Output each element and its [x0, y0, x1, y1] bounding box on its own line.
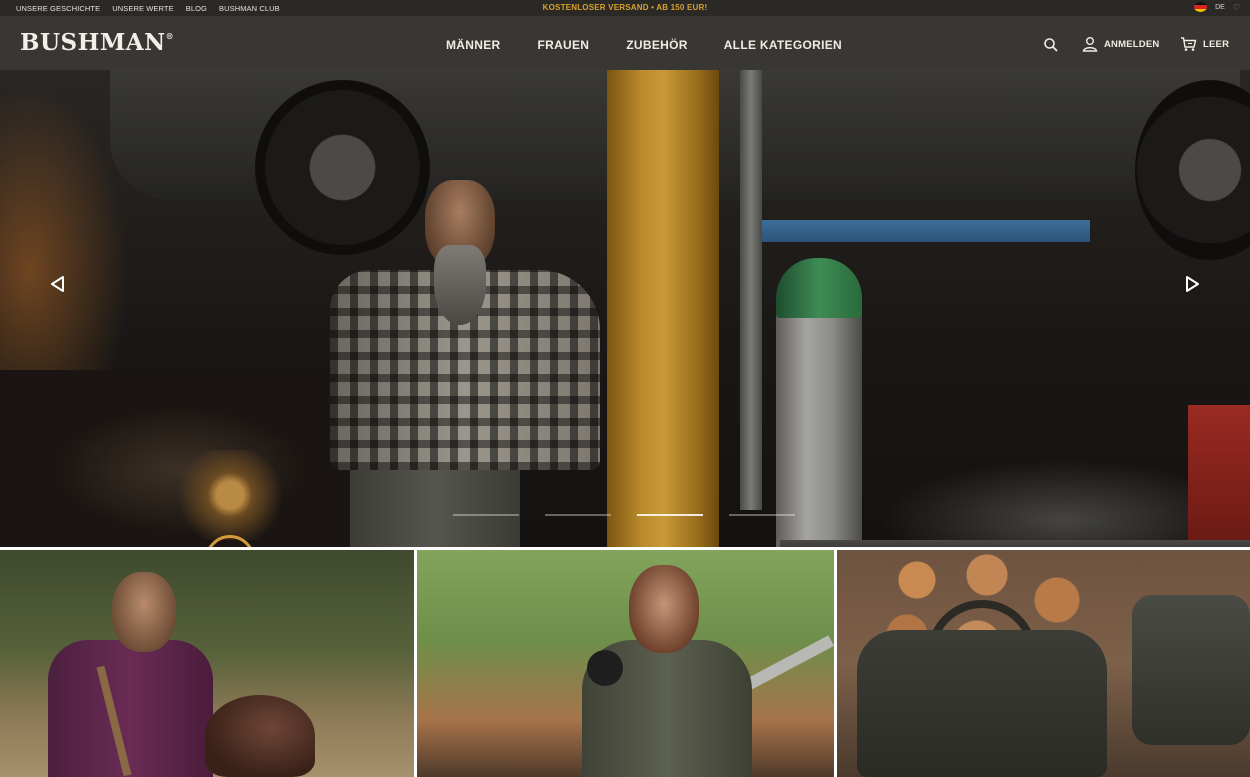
tile-women-rail [740, 635, 834, 693]
nav-all-categories[interactable]: ALLE KATEGORIEN [724, 38, 842, 52]
link-bushman-club[interactable]: BUSHMAN CLUB [219, 4, 280, 13]
logo-text: BUSHMAN [20, 29, 166, 56]
cart-button[interactable]: LEER [1180, 36, 1229, 52]
chevron-right-icon[interactable] [1182, 274, 1202, 294]
tile-men-model-head [112, 572, 176, 652]
login-label: ANMELDEN [1104, 38, 1160, 50]
hero-workbench [780, 540, 1250, 547]
hero-engine [170, 450, 290, 540]
hero-model-beard [434, 245, 486, 325]
link-our-story[interactable]: UNSERE GESCHICHTE [16, 4, 100, 13]
language-code[interactable]: DE [1215, 4, 1225, 11]
hero-yellow-lift-pillar [607, 70, 719, 547]
top-utility-bar: UNSERE GESCHICHTE UNSERE WERTE BLOG BUSH… [0, 0, 1250, 16]
cart-label: LEER [1203, 38, 1230, 50]
nav-accessories[interactable]: ZUBEHÖR [626, 38, 687, 52]
search-icon[interactable] [1043, 37, 1059, 53]
hero-slider[interactable] [0, 70, 1250, 547]
category-tiles [0, 550, 1250, 777]
slider-dot-4[interactable] [729, 514, 795, 516]
tile-women[interactable] [417, 550, 834, 777]
hero-model [330, 180, 610, 547]
user-icon [1082, 37, 1098, 52]
slider-dot-1[interactable] [453, 514, 519, 516]
nav-men[interactable]: MÄNNER [446, 38, 500, 52]
cart-icon [1181, 37, 1197, 51]
tile-men[interactable] [0, 550, 414, 777]
link-blog[interactable]: BLOG [186, 4, 207, 13]
tile-women-mirror [587, 650, 623, 686]
nav-women[interactable]: FRAUEN [537, 38, 589, 52]
bushman-logo[interactable]: BUSHMAN® [20, 29, 174, 56]
slider-dot-2[interactable] [545, 514, 611, 516]
tile-men-dog [205, 695, 315, 777]
registered-mark: ® [165, 31, 175, 41]
german-flag-icon[interactable] [1194, 2, 1208, 12]
tile-accessories-duffel-bag [857, 630, 1107, 777]
hero-steel-pipe [740, 70, 762, 510]
tile-accessories[interactable] [837, 550, 1250, 777]
hero-blue-beam [760, 220, 1090, 242]
tile-men-model-body [48, 640, 213, 777]
tile-accessories-backpack [1132, 595, 1250, 745]
chevron-left-icon[interactable] [48, 274, 68, 294]
hero-gas-cylinder-top [776, 258, 862, 318]
hero-model-pants [350, 470, 520, 547]
hero-red-welder [1188, 405, 1250, 545]
slider-dot-3[interactable] [637, 514, 703, 516]
login-button[interactable]: ANMELDEN [1082, 36, 1159, 52]
main-header: BUSHMAN® MÄNNER FRAUEN ZUBEHÖR ALLE KATE… [0, 16, 1250, 70]
main-nav: MÄNNER FRAUEN ZUBEHÖR ALLE KATEGORIEN [446, 38, 842, 52]
link-our-values[interactable]: UNSERE WERTE [112, 4, 174, 13]
tile-women-model-head [629, 565, 699, 653]
utility-links: UNSERE GESCHICHTE UNSERE WERTE BLOG BUSH… [16, 0, 280, 16]
wishlist-heart-icon[interactable]: ♡ [1233, 3, 1240, 12]
language-switcher[interactable]: DE ♡ [1194, 2, 1240, 12]
slider-pagination [453, 514, 795, 516]
